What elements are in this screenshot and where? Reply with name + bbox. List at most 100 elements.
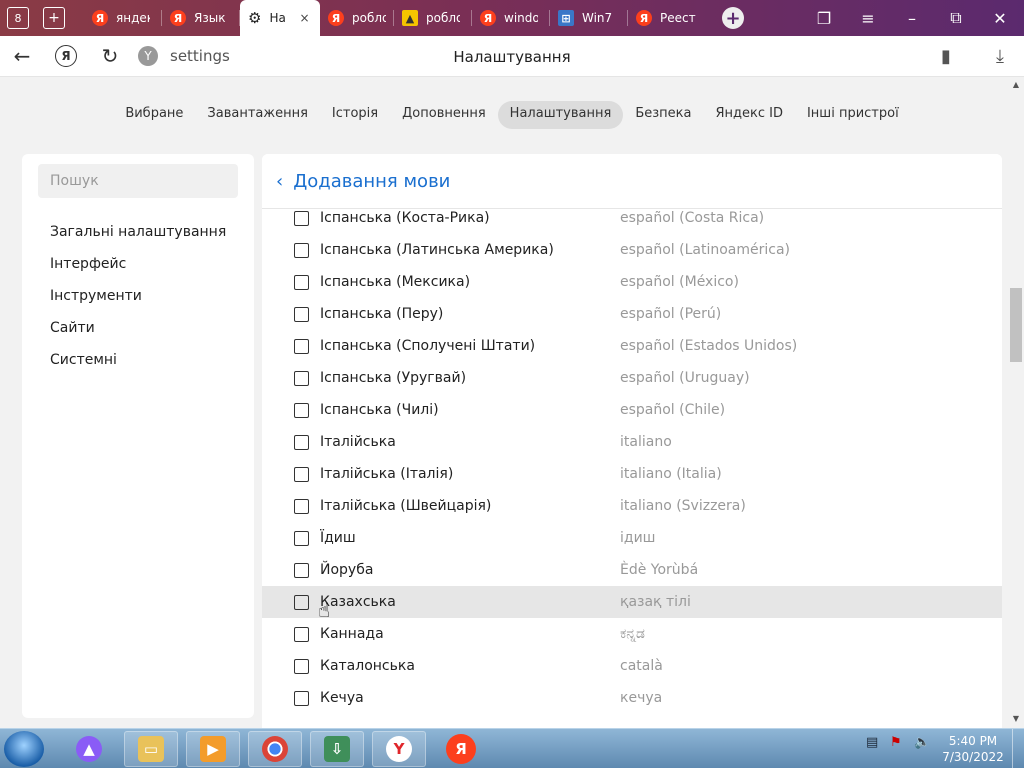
yandex-browser-app[interactable]: Y xyxy=(372,731,426,767)
close-icon[interactable]: × xyxy=(299,11,309,25)
topnav-item[interactable]: Історія xyxy=(320,101,390,129)
tab-label: Win7 xyxy=(582,11,613,25)
language-native-name: кечуа xyxy=(620,690,663,706)
tab[interactable]: Я Язык xyxy=(162,0,240,36)
minimize-icon[interactable]: – xyxy=(890,0,934,36)
language-row[interactable]: Іспанська (Чилі) español (Chile) xyxy=(262,394,1002,426)
alice-app[interactable]: ▲ xyxy=(62,731,116,767)
installer-app[interactable]: ⇩ xyxy=(310,731,364,767)
language-row[interactable]: Каталонська català xyxy=(262,650,1002,682)
language-native-name: ಕನ್ನಡ xyxy=(620,626,645,642)
volume-icon[interactable]: 🔈 xyxy=(914,735,930,750)
topnav-item[interactable]: Інші пристрої xyxy=(795,101,911,129)
language-native-name: español (Estados Unidos) xyxy=(620,338,798,354)
chevron-left-icon[interactable]: ‹ xyxy=(276,171,283,192)
language-row[interactable]: Іспанська (Сполучені Штати) español (Esta… xyxy=(262,330,1002,362)
language-checkbox[interactable] xyxy=(294,402,309,418)
chrome-icon xyxy=(262,736,288,762)
language-row[interactable]: Італійська italiano xyxy=(262,426,1002,458)
language-checkbox[interactable] xyxy=(294,562,309,578)
tab-manager-button[interactable]: 8 xyxy=(0,0,36,36)
language-native-name: español (Chile) xyxy=(620,402,726,418)
scroll-down-arrow[interactable]: ▼ xyxy=(1008,712,1024,724)
clock[interactable]: 5:40 PM 7/30/2022 xyxy=(938,733,1008,765)
language-checkbox[interactable] xyxy=(294,594,309,610)
folder-icon: ▭ xyxy=(138,736,164,762)
language-native-name: қазақ тілі xyxy=(620,594,691,610)
tab[interactable]: Я Реестр xyxy=(628,0,706,36)
bookmark-icon[interactable]: ▮ xyxy=(926,36,966,77)
show-desktop-button[interactable] xyxy=(1012,729,1024,768)
language-checkbox[interactable] xyxy=(294,658,309,674)
language-checkbox[interactable] xyxy=(294,274,309,290)
close-window-icon[interactable]: ✕ xyxy=(978,0,1022,36)
language-checkbox[interactable] xyxy=(294,626,309,642)
language-checkbox[interactable] xyxy=(294,306,309,322)
start-button[interactable] xyxy=(4,731,44,767)
language-row[interactable]: Йоруба Èdè Yorùbá xyxy=(262,554,1002,586)
url-text[interactable]: settings xyxy=(170,47,230,65)
tab[interactable]: Я windo xyxy=(472,0,550,36)
language-row[interactable]: Іспанська (Уругвай) español (Uruguay) xyxy=(262,362,1002,394)
language-row[interactable]: Іспанська (Мексика) español (México) xyxy=(262,266,1002,298)
tab[interactable]: ⊞ Win7 xyxy=(550,0,628,36)
network-icon[interactable]: ▤ xyxy=(866,735,878,750)
language-checkbox[interactable] xyxy=(294,370,309,386)
scroll-up-arrow[interactable]: ▲ xyxy=(1008,78,1024,90)
tab-label: На xyxy=(269,11,286,25)
menu-icon[interactable]: ≡ xyxy=(846,0,890,36)
tab[interactable]: ▲ робло xyxy=(394,0,472,36)
site-info-icon[interactable]: Y xyxy=(138,46,158,66)
language-checkbox[interactable] xyxy=(294,530,309,546)
sidebar-item-interface[interactable]: Інтерфейс xyxy=(50,256,126,272)
tab-label: Реестр xyxy=(660,11,696,25)
topnav-item[interactable]: Яндекс ID xyxy=(703,101,795,129)
language-checkbox[interactable] xyxy=(294,434,309,450)
sidebar-item-general[interactable]: Загальні налаштування xyxy=(50,224,226,240)
topnav-item[interactable]: Налаштування xyxy=(497,101,624,129)
restore-icon[interactable]: ⧉ xyxy=(934,0,978,36)
language-checkbox[interactable] xyxy=(294,690,309,706)
chrome-app[interactable] xyxy=(248,731,302,767)
language-row[interactable]: Кечуа кечуа xyxy=(262,682,1002,714)
tab[interactable]: Я яндек xyxy=(84,0,162,36)
language-checkbox[interactable] xyxy=(294,498,309,514)
topnav-item[interactable]: Доповнення xyxy=(390,101,498,129)
scrollbar[interactable] xyxy=(1008,77,1024,728)
language-row[interactable]: Їдиш ідиш xyxy=(262,522,1002,554)
yandex-app[interactable]: Я xyxy=(434,731,488,767)
language-row[interactable]: Іспанська (Перу) español (Perú) xyxy=(262,298,1002,330)
back-arrow-icon[interactable]: ← xyxy=(0,36,44,77)
topnav-item[interactable]: Завантаження xyxy=(195,101,320,129)
topnav-item[interactable]: Безпека xyxy=(623,101,703,129)
language-row[interactable]: Каннада ಕನ್ನಡ xyxy=(262,618,1002,650)
sidebar-item-tools[interactable]: Інструменти xyxy=(50,288,142,304)
scrollbar-thumb[interactable] xyxy=(1010,288,1022,362)
flag-icon[interactable]: ⚑ xyxy=(890,735,902,750)
reload-icon[interactable]: ↻ xyxy=(88,36,132,77)
explorer-app[interactable]: ▭ xyxy=(124,731,178,767)
language-row[interactable]: Казахська қазақ тілі xyxy=(262,586,1002,618)
sidebar-item-system[interactable]: Системні xyxy=(50,352,117,368)
language-row[interactable]: Іспанська (Латинська Америка) español (La… xyxy=(262,234,1002,266)
new-window-button[interactable]: + xyxy=(36,0,72,36)
language-checkbox[interactable] xyxy=(294,242,309,258)
language-checkbox[interactable] xyxy=(294,338,309,354)
new-tab-button[interactable]: + xyxy=(722,7,744,29)
language-checkbox[interactable] xyxy=(294,466,309,482)
collections-icon[interactable]: ❐ xyxy=(802,0,846,36)
tab[interactable]: Я робло xyxy=(320,0,394,36)
language-checkbox[interactable] xyxy=(294,210,309,226)
windows-icon: ⊞ xyxy=(558,10,574,26)
topnav-item[interactable]: Вибране xyxy=(113,101,195,129)
language-native-name: español (México) xyxy=(620,274,739,290)
language-row[interactable]: Італійська (Швейцарія) italiano (Svizzera… xyxy=(262,490,1002,522)
sidebar-item-sites[interactable]: Сайти xyxy=(50,320,95,336)
tab-active[interactable]: ⚙ На × xyxy=(240,0,320,36)
search-input[interactable] xyxy=(38,164,238,198)
download-icon[interactable]: ⤓ xyxy=(980,36,1020,77)
language-row[interactable]: Італійська (Італія) italiano (Italia) xyxy=(262,458,1002,490)
media-player-app[interactable]: ▶ xyxy=(186,731,240,767)
panel-title[interactable]: Додавання мови xyxy=(293,171,450,192)
yandex-home-button[interactable]: Я xyxy=(44,36,88,77)
